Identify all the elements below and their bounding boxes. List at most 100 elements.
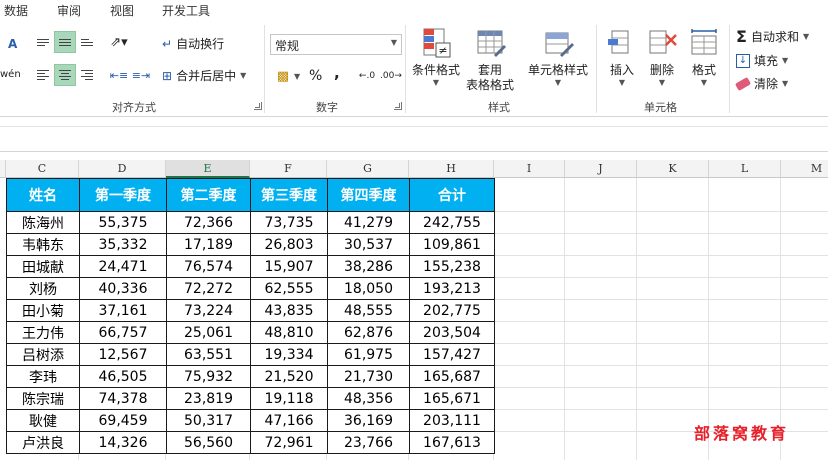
quarter-cell[interactable]: 21,520 <box>250 365 328 388</box>
column-header-j[interactable]: J <box>565 160 637 178</box>
chevron-down-icon[interactable]: ▼ <box>391 38 397 47</box>
quarter-cell[interactable]: 23,766 <box>327 431 410 454</box>
quarter-cell[interactable]: 30,537 <box>327 233 410 256</box>
autosum-button[interactable]: Σ 自动求和 ▼ <box>736 27 809 46</box>
total-cell[interactable]: 202,775 <box>409 299 495 322</box>
quarter-cell[interactable]: 73,735 <box>250 211 328 234</box>
align-right-icon[interactable] <box>76 64 98 86</box>
quarter-cell[interactable]: 47,166 <box>250 409 328 432</box>
header-name[interactable]: 姓名 <box>6 178 80 212</box>
text-orientation-icon[interactable]: ⇗▾ <box>108 31 130 53</box>
quarter-cell[interactable]: 61,975 <box>327 343 410 366</box>
chevron-down-icon[interactable]: ▼ <box>294 72 300 81</box>
font-color-partial-button[interactable]: A <box>8 37 17 51</box>
name-cell[interactable]: 陈宗瑞 <box>6 387 80 410</box>
chevron-down-icon[interactable]: ▼ <box>619 78 625 87</box>
quarter-cell[interactable]: 36,169 <box>327 409 410 432</box>
align-middle-icon[interactable] <box>54 31 76 53</box>
format-cells-button[interactable]: 格式 ▼ <box>688 27 720 87</box>
increase-decimal-icon[interactable]: ←.0 <box>356 65 378 87</box>
wrap-text-button[interactable]: ↵ 自动换行 <box>162 35 224 52</box>
quarter-cell[interactable]: 25,061 <box>166 321 251 344</box>
chevron-down-icon[interactable]: ▼ <box>433 78 439 87</box>
increase-indent-icon[interactable]: ≡⇥ <box>130 64 152 86</box>
column-header-g[interactable]: G <box>327 160 409 178</box>
tab-developer[interactable]: 开发工具 <box>162 2 210 19</box>
name-cell[interactable]: 王力伟 <box>6 321 80 344</box>
chevron-down-icon[interactable]: ▼ <box>782 79 788 88</box>
quarter-cell[interactable]: 24,471 <box>79 255 167 278</box>
quarter-cell[interactable]: 48,810 <box>250 321 328 344</box>
chevron-down-icon[interactable]: ▼ <box>701 78 707 87</box>
total-cell[interactable]: 167,613 <box>409 431 495 454</box>
column-header-i[interactable]: I <box>494 160 565 178</box>
tab-data[interactable]: 数据 <box>4 2 28 19</box>
quarter-cell[interactable]: 18,050 <box>327 277 410 300</box>
total-cell[interactable]: 203,504 <box>409 321 495 344</box>
quarter-cell[interactable]: 43,835 <box>250 299 328 322</box>
quarter-cell[interactable]: 69,459 <box>79 409 167 432</box>
clear-button[interactable]: 清除 ▼ <box>734 75 788 92</box>
quarter-cell[interactable]: 74,378 <box>79 387 167 410</box>
chevron-down-icon[interactable]: ▼ <box>659 78 665 87</box>
quarter-cell[interactable]: 73,224 <box>166 299 251 322</box>
header-total[interactable]: 合计 <box>409 178 495 212</box>
decrease-indent-icon[interactable]: ⇤≡ <box>108 64 130 86</box>
quarter-cell[interactable]: 41,279 <box>327 211 410 234</box>
number-launcher-icon[interactable] <box>394 102 402 110</box>
quarter-cell[interactable]: 15,907 <box>250 255 328 278</box>
name-cell[interactable]: 田小菊 <box>6 299 80 322</box>
quarter-cell[interactable]: 72,366 <box>166 211 251 234</box>
quarter-cell[interactable]: 46,505 <box>79 365 167 388</box>
name-cell[interactable]: 李玮 <box>6 365 80 388</box>
quarter-cell[interactable]: 48,555 <box>327 299 410 322</box>
quarter-cell[interactable]: 72,272 <box>166 277 251 300</box>
column-header-k[interactable]: K <box>637 160 709 178</box>
name-cell[interactable]: 卢洪良 <box>6 431 80 454</box>
align-left-icon[interactable] <box>32 64 54 86</box>
quarter-cell[interactable]: 19,118 <box>250 387 328 410</box>
column-header-f[interactable]: F <box>250 160 327 178</box>
quarter-cell[interactable]: 55,375 <box>79 211 167 234</box>
decrease-decimal-icon[interactable]: .00→ <box>380 65 402 87</box>
number-format-select[interactable]: 常规 ▼ <box>270 34 402 55</box>
alignment-launcher-icon[interactable] <box>254 102 262 110</box>
chevron-down-icon[interactable]: ▼ <box>240 71 246 80</box>
header-q1[interactable]: 第一季度 <box>79 178 167 212</box>
delete-cells-button[interactable]: 删除 ▼ <box>646 27 678 87</box>
quarter-cell[interactable]: 19,334 <box>250 343 328 366</box>
column-header-c[interactable]: C <box>6 160 79 178</box>
chevron-down-icon[interactable]: ▼ <box>555 78 561 87</box>
quarter-cell[interactable]: 26,803 <box>250 233 328 256</box>
chevron-down-icon[interactable]: ▼ <box>782 56 788 65</box>
chevron-down-icon[interactable]: ▼ <box>803 32 809 41</box>
quarter-cell[interactable]: 40,336 <box>79 277 167 300</box>
insert-cells-button[interactable]: 插入 ▼ <box>606 27 638 87</box>
header-q4[interactable]: 第四季度 <box>327 178 410 212</box>
quarter-cell[interactable]: 62,876 <box>327 321 410 344</box>
percent-style-button[interactable]: % <box>309 68 322 84</box>
conditional-formatting-button[interactable]: ≠ 条件格式 ▼ <box>412 27 460 87</box>
quarter-cell[interactable]: 12,567 <box>79 343 167 366</box>
column-header-d[interactable]: D <box>79 160 166 178</box>
total-cell[interactable]: 165,687 <box>409 365 495 388</box>
quarter-cell[interactable]: 75,932 <box>166 365 251 388</box>
quarter-cell[interactable]: 17,189 <box>166 233 251 256</box>
currency-format-icon[interactable]: ▩ <box>272 65 294 87</box>
column-header-h[interactable]: H <box>409 160 494 178</box>
total-cell[interactable]: 157,427 <box>409 343 495 366</box>
name-cell[interactable]: 韦韩东 <box>6 233 80 256</box>
tab-review[interactable]: 审阅 <box>57 2 81 19</box>
tab-view[interactable]: 视图 <box>110 2 134 19</box>
header-q2[interactable]: 第二季度 <box>166 178 251 212</box>
align-bottom-icon[interactable] <box>76 31 98 53</box>
comma-style-button[interactable]: , <box>334 64 340 82</box>
column-header-e[interactable]: E <box>166 160 250 178</box>
column-header-m[interactable]: M <box>781 160 828 178</box>
quarter-cell[interactable]: 37,161 <box>79 299 167 322</box>
name-cell[interactable]: 耿健 <box>6 409 80 432</box>
phonetic-partial-button[interactable]: wén <box>0 69 21 80</box>
quarter-cell[interactable]: 62,555 <box>250 277 328 300</box>
quarter-cell[interactable]: 35,332 <box>79 233 167 256</box>
quarter-cell[interactable]: 56,560 <box>166 431 251 454</box>
